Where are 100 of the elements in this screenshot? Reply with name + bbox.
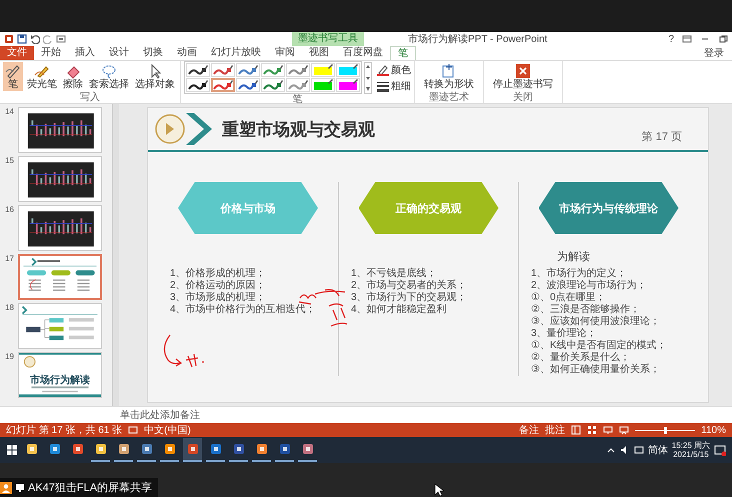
ribbon-tool-button[interactable]: 选择对象 (133, 62, 177, 91)
ribbon-display-icon[interactable] (682, 34, 692, 44)
ribbon-tab[interactable]: 插入 (68, 46, 102, 60)
section-heading: 正确的交易观 (358, 182, 498, 234)
list-item: 3、市场行为下的交易观； (351, 292, 467, 304)
input-method[interactable]: 简体 (648, 443, 668, 457)
ribbon-tab[interactable]: 设计 (102, 46, 136, 60)
slideshow-icon[interactable] (619, 425, 630, 435)
pen-swatch[interactable] (211, 63, 235, 77)
user-icon (0, 482, 12, 494)
app-icon (302, 443, 314, 455)
language-label[interactable]: 中文(中国) (144, 423, 191, 437)
pen-swatch[interactable] (336, 78, 360, 92)
slide-number: 16 (4, 205, 14, 214)
list-item: 1、不亏钱是底线； (351, 268, 438, 280)
normal-view-icon[interactable] (571, 425, 582, 435)
app-icon (48, 443, 60, 455)
save-icon[interactable] (17, 34, 27, 44)
comments-button[interactable]: 批注 (545, 423, 566, 437)
app-icon (278, 443, 290, 455)
line-weight-icon (377, 80, 389, 92)
scrollbar[interactable] (112, 104, 119, 406)
notification-icon[interactable] (714, 444, 726, 456)
pen-swatch[interactable] (286, 63, 310, 77)
list-item: 4、市场中价格行为的互相迭代； (170, 304, 316, 316)
ribbon-tab[interactable]: 切换 (136, 46, 170, 60)
ribbon-tab[interactable]: 审阅 (268, 46, 302, 60)
app-icon (164, 443, 176, 455)
app-icon (118, 443, 130, 455)
pen-swatch[interactable] (186, 78, 210, 92)
pen-swatch[interactable] (311, 78, 335, 92)
ribbon-tab[interactable]: 百度网盘 (336, 46, 390, 60)
ribbon-tab[interactable]: 笔 (390, 46, 416, 60)
notes-placeholder[interactable]: 单击此处添加备注 (120, 408, 200, 422)
ribbon-option-button[interactable]: 粗细 (377, 78, 411, 92)
convert-to-shapes-button[interactable]: 转换为形状 (418, 62, 480, 91)
list-item: 2、波浪理论与市场行为； (531, 280, 648, 292)
app-icon (94, 443, 106, 455)
slide-number: 14 (4, 107, 14, 116)
ribbon-tool-button[interactable]: 荧光笔 (25, 62, 59, 91)
list-item: 1、价格形成的机理； (170, 268, 267, 280)
ribbon-tool-button[interactable]: 套索选择 (87, 62, 131, 91)
pen-swatch[interactable] (236, 63, 260, 77)
gallery-scroll[interactable] (364, 62, 372, 94)
section-heading: 价格与市场 (178, 182, 318, 234)
group-label: 关闭 (512, 92, 534, 103)
list-item: 3、量价理论； (531, 328, 598, 340)
reading-view-icon[interactable] (603, 425, 614, 435)
pen-swatch[interactable] (261, 63, 285, 77)
list-item: 4、如何才能稳定盈利 (351, 304, 448, 316)
spellcheck-icon[interactable] (128, 425, 138, 435)
sign-in-link[interactable]: 登录 (696, 46, 732, 60)
ribbon-tab[interactable]: 视图 (302, 46, 336, 60)
notes-button[interactable]: 备注 (519, 423, 540, 437)
close-icon (515, 63, 531, 79)
restore-icon[interactable] (718, 34, 728, 44)
taskbar-app[interactable] (183, 438, 202, 462)
ribbon-tab[interactable]: 动画 (170, 46, 204, 60)
app-icon (232, 443, 244, 455)
pen-swatch[interactable] (336, 63, 360, 77)
pen-swatch[interactable] (311, 63, 335, 77)
grid-view-icon[interactable] (587, 425, 598, 435)
slide-number: 19 (4, 352, 14, 361)
ribbon-tab[interactable]: 开始 (34, 46, 68, 60)
windows-start-icon[interactable] (6, 444, 18, 456)
list-item: ①、0点在哪里； (531, 292, 607, 304)
ribbon-option-button[interactable]: 颜色 (377, 62, 411, 76)
slide-thumbnail[interactable]: 市场行为解读 (18, 352, 102, 398)
pen-swatch[interactable] (186, 63, 210, 77)
help-button[interactable]: ? (668, 34, 674, 44)
app-icon (256, 443, 268, 455)
pen-swatch[interactable] (211, 78, 235, 92)
list-item: ③、应该如何使用波浪理论； (531, 316, 661, 328)
pen-swatch[interactable] (261, 78, 285, 92)
list-item: 2、市场与交易者的关系； (351, 280, 467, 292)
clock-time[interactable]: 15:25 周六 (672, 441, 710, 450)
stop-inking-button[interactable]: 停止墨迹书写 (487, 62, 559, 91)
slide-title: 重塑市场观与交易观 (222, 118, 375, 140)
slide-number: 15 (4, 156, 14, 165)
pen-swatch[interactable] (236, 78, 260, 92)
list-item: ②、三浪是否能够操作； (531, 304, 641, 316)
pen-swatch[interactable] (286, 78, 310, 92)
group-label: 笔 (292, 94, 304, 105)
app-icon (210, 443, 222, 455)
ribbon-tool-button[interactable]: 笔 (3, 62, 23, 91)
section-subheading: 为解读 (557, 250, 590, 264)
network-icon[interactable] (634, 445, 644, 455)
slide-number: 17 (4, 254, 14, 263)
zoom-level[interactable]: 110% (701, 424, 726, 436)
slideshow-icon[interactable] (56, 34, 66, 44)
ribbon-tab[interactable]: 文件 (0, 46, 34, 60)
app-icon (140, 443, 152, 455)
ribbon-tab[interactable]: 幻灯片放映 (204, 46, 268, 60)
list-item: ①、K线中是否有固定的模式； (531, 340, 667, 352)
list-item: ③、如何正确使用量价关系； (531, 364, 661, 376)
ribbon-tool-button[interactable]: 擦除 (61, 62, 85, 91)
window-title: 市场行为解读PPT - PowerPoint (408, 32, 548, 46)
thumbnail-title: 市场行为解读 (30, 373, 90, 387)
clock-date[interactable]: 2021/5/15 (673, 450, 709, 459)
undo-icon[interactable] (30, 34, 40, 44)
